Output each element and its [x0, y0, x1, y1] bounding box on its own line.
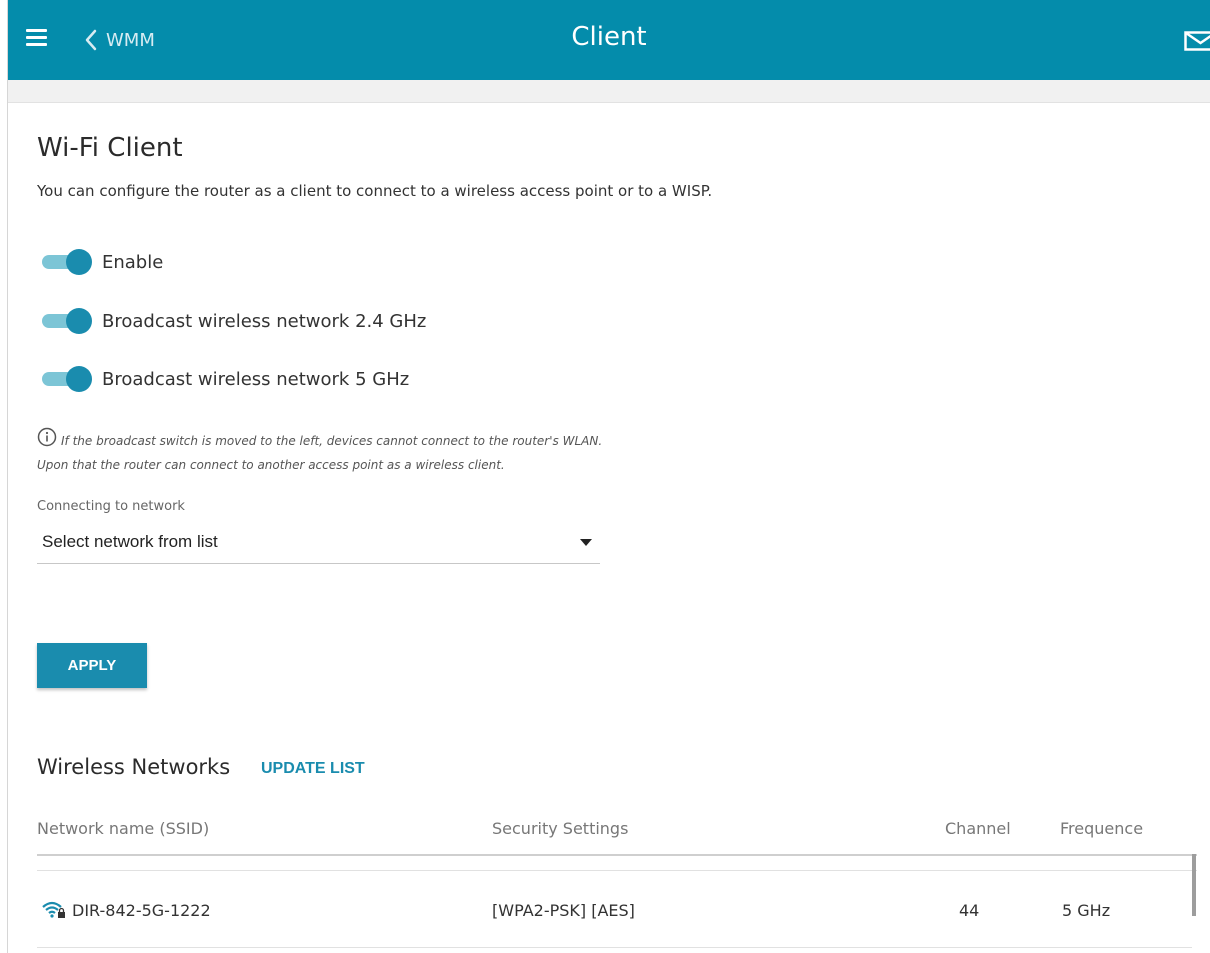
toggle-label: Enable [102, 251, 164, 273]
caret-down-icon [580, 539, 592, 546]
sub-header-strip [8, 80, 1210, 103]
column-header-channel: Channel [945, 819, 1011, 838]
table-header-divider [37, 854, 1197, 856]
toggle-label: Broadcast wireless network 5 GHz [102, 368, 410, 390]
section-description: You can configure the router as a client… [37, 182, 713, 200]
broadcast-24ghz-toggle[interactable]: Broadcast wireless network 2.4 GHz [42, 308, 426, 334]
network-select[interactable]: Select network from list [37, 527, 600, 564]
ssid-cell: DIR-842-5G-1222 [72, 901, 211, 920]
info-note: If the broadcast switch is moved to the … [37, 434, 603, 472]
section-title: Wi-Fi Client [37, 133, 183, 163]
broadcast-5ghz-toggle[interactable]: Broadcast wireless network 5 GHz [42, 366, 409, 392]
wireless-networks-title: Wireless Networks [37, 755, 231, 779]
toggle-switch[interactable] [42, 249, 92, 275]
enable-toggle[interactable]: Enable [42, 249, 163, 275]
column-header-security: Security Settings [492, 819, 629, 838]
column-header-ssid: Network name (SSID) [37, 819, 210, 838]
left-border [7, 0, 8, 953]
update-list-button[interactable]: UPDATE LIST [261, 760, 365, 778]
security-cell: [WPA2-PSK] [AES] [492, 901, 635, 920]
channel-cell: 44 [959, 901, 980, 920]
table-row[interactable]: DIR-842-5G-1222 [WPA2-PSK] [AES] 44 5 GH… [37, 871, 1192, 948]
page-title: Client [571, 22, 647, 52]
network-select-value: Select network from list [42, 532, 218, 551]
mail-icon[interactable] [1184, 31, 1210, 51]
column-header-frequency: Frequence [1060, 819, 1144, 838]
top-bar: WMM Client [8, 0, 1210, 80]
toggle-switch[interactable] [42, 366, 92, 392]
scrollbar-thumb[interactable] [1192, 854, 1196, 916]
wifi-locked-icon [42, 901, 65, 918]
toggle-label: Broadcast wireless network 2.4 GHz [102, 310, 427, 332]
apply-button[interactable]: APPLY [37, 643, 147, 688]
frequency-cell: 5 GHz [1062, 901, 1111, 920]
network-select-label: Connecting to network [37, 499, 185, 514]
toggle-switch[interactable] [42, 308, 92, 334]
